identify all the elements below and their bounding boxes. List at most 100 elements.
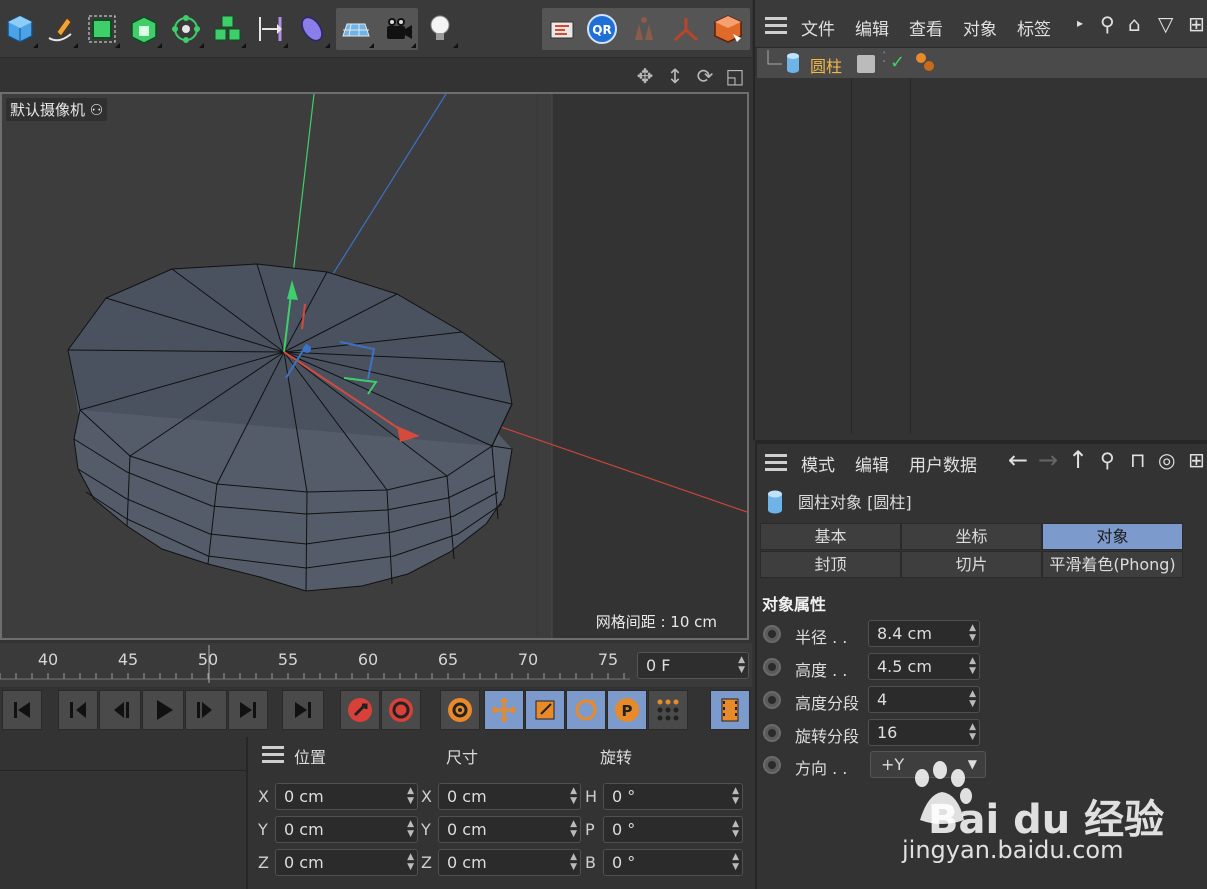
prev-key-button[interactable] bbox=[58, 690, 98, 730]
stepper-icon[interactable]: ▲ ▼ bbox=[570, 819, 577, 839]
qr-icon[interactable]: QR bbox=[582, 8, 622, 50]
rotate-view-icon[interactable]: ⟳ bbox=[692, 63, 718, 89]
floor-plane-icon[interactable] bbox=[336, 8, 376, 50]
new-view-icon[interactable]: ⊞ bbox=[1188, 448, 1205, 472]
up-arrow-icon[interactable]: ↑ bbox=[1068, 446, 1088, 474]
size-z-field[interactable]: 0 cm ▲ ▼ bbox=[438, 849, 581, 876]
light-bulb-icon[interactable] bbox=[420, 8, 460, 50]
next-key-button[interactable] bbox=[228, 690, 268, 730]
rotation-b-field[interactable]: 0 ° ▲ ▼ bbox=[603, 849, 743, 876]
tab-coordinates[interactable]: 坐标 bbox=[901, 523, 1042, 550]
am-menu-edit[interactable]: 编辑 bbox=[855, 451, 889, 476]
more-arrow-icon[interactable]: ▸ bbox=[1077, 16, 1083, 30]
symmetry-icon[interactable] bbox=[250, 8, 290, 50]
stepper-icon[interactable]: ▲ ▼ bbox=[407, 852, 414, 872]
maximize-view-icon[interactable]: ◱ bbox=[722, 63, 748, 89]
stepper-icon[interactable]: ▲ ▼ bbox=[732, 786, 739, 806]
deformer-icon[interactable] bbox=[292, 8, 332, 50]
cloner-icon[interactable] bbox=[166, 8, 206, 50]
coord-menu-icon[interactable] bbox=[262, 746, 284, 764]
stepper-icon[interactable]: ▲ ▼ bbox=[407, 819, 414, 839]
am-menu-mode[interactable]: 模式 bbox=[801, 451, 835, 476]
tab-slice[interactable]: 切片 bbox=[901, 551, 1042, 578]
stepper-icon[interactable]: ▲ ▼ bbox=[969, 689, 976, 709]
radius-field[interactable]: 8.4 cm ▲ ▼ bbox=[868, 620, 980, 647]
layer-icon[interactable] bbox=[857, 55, 875, 73]
position-y-field[interactable]: 0 cm ▲ ▼ bbox=[275, 816, 418, 843]
new-view-icon[interactable]: ⊞ bbox=[1188, 12, 1205, 36]
enabled-check-icon[interactable]: ✓ bbox=[890, 52, 905, 73]
pen-spline-icon[interactable] bbox=[40, 8, 80, 50]
stepper-icon[interactable]: ▲ ▼ bbox=[732, 852, 739, 872]
stepper-icon[interactable]: ▲ ▼ bbox=[570, 786, 577, 806]
go-to-start-button[interactable] bbox=[2, 690, 42, 730]
lock-icon[interactable]: ⊓ bbox=[1130, 448, 1146, 472]
rotation-p-field[interactable]: 0 ° ▲ ▼ bbox=[603, 816, 743, 843]
rotation-segments-field[interactable]: 16 ▲ ▼ bbox=[868, 719, 980, 746]
size-x-field[interactable]: 0 cm ▲ ▼ bbox=[438, 783, 581, 810]
visibility-dots-icon[interactable]: ⁚ bbox=[882, 50, 886, 66]
auto-key-button[interactable] bbox=[381, 690, 421, 730]
om-menu-object[interactable]: 对象 bbox=[963, 15, 997, 40]
target-icon[interactable]: ◎ bbox=[1158, 448, 1175, 472]
render-picture-icon[interactable] bbox=[708, 8, 748, 50]
subdivision-icon[interactable] bbox=[82, 8, 122, 50]
stepper-icon[interactable]: ▲ ▼ bbox=[407, 786, 414, 806]
prev-frame-button[interactable] bbox=[99, 690, 141, 730]
axis-icon[interactable] bbox=[666, 8, 706, 50]
current-frame-field[interactable]: 0 F ▲ ▼ bbox=[637, 652, 749, 679]
rotation-h-field[interactable]: 0 ° ▲ ▼ bbox=[603, 783, 743, 810]
point-level-key-button[interactable] bbox=[648, 690, 688, 730]
timeline-film-button[interactable] bbox=[710, 690, 750, 730]
3d-viewport[interactable]: 默认摄像机 ⚇ 网格间距 : 10 cm bbox=[0, 92, 749, 640]
stepper-icon[interactable]: ▲ ▼ bbox=[732, 819, 739, 839]
search-icon[interactable]: ⚲ bbox=[1100, 448, 1115, 472]
am-menu-userdata[interactable]: 用户数据 bbox=[909, 451, 977, 476]
height-field[interactable]: 4.5 cm ▲ ▼ bbox=[868, 653, 980, 680]
mograph-cubes-icon[interactable] bbox=[208, 8, 248, 50]
cube-primitive-icon[interactable] bbox=[0, 8, 40, 50]
parameter-key-button[interactable]: P bbox=[607, 690, 647, 730]
keyframe-selection-button[interactable] bbox=[440, 690, 480, 730]
extrude-icon[interactable] bbox=[124, 8, 164, 50]
animation-radio-icon[interactable] bbox=[763, 756, 781, 774]
next-frame-button[interactable] bbox=[185, 690, 227, 730]
om-menu-tags[interactable]: 标签 bbox=[1017, 15, 1051, 40]
animation-radio-icon[interactable] bbox=[763, 691, 781, 709]
camera-icon[interactable] bbox=[378, 8, 418, 50]
tab-caps[interactable]: 封顶 bbox=[760, 551, 901, 578]
snap-icon[interactable] bbox=[624, 8, 664, 50]
position-key-button[interactable] bbox=[484, 690, 524, 730]
stepper-icon[interactable]: ▲ ▼ bbox=[969, 623, 976, 643]
stepper-icon[interactable]: ▲ ▼ bbox=[969, 656, 976, 676]
tab-object[interactable]: 对象 bbox=[1042, 523, 1183, 550]
tab-phong[interactable]: 平滑着色(Phong) bbox=[1042, 551, 1183, 578]
am-menu-icon[interactable] bbox=[765, 454, 787, 472]
go-to-end-button[interactable] bbox=[282, 690, 324, 730]
home-icon[interactable]: ⌂ bbox=[1128, 12, 1141, 36]
search-icon[interactable]: ⚲ bbox=[1100, 12, 1115, 36]
om-menu-file[interactable]: 文件 bbox=[801, 15, 835, 40]
filter-icon[interactable]: ▽ bbox=[1158, 12, 1173, 36]
position-z-field[interactable]: 0 cm ▲ ▼ bbox=[275, 849, 418, 876]
animation-radio-icon[interactable] bbox=[763, 724, 781, 742]
tag-icon[interactable] bbox=[914, 50, 938, 76]
om-menu-icon[interactable] bbox=[765, 17, 787, 35]
object-name[interactable]: 圆柱 bbox=[810, 53, 842, 77]
cylinder-object[interactable] bbox=[67, 263, 513, 592]
stepper-icon[interactable]: ▲ ▼ bbox=[969, 722, 976, 742]
back-arrow-icon[interactable]: ← bbox=[1008, 446, 1028, 474]
dolly-view-icon[interactable]: ↕ bbox=[662, 63, 688, 89]
move-view-icon[interactable]: ✥ bbox=[632, 63, 658, 89]
scale-key-button[interactable] bbox=[525, 690, 565, 730]
animation-radio-icon[interactable] bbox=[763, 658, 781, 676]
play-button[interactable] bbox=[142, 690, 184, 730]
om-menu-view[interactable]: 查看 bbox=[909, 15, 943, 40]
animation-radio-icon[interactable] bbox=[763, 625, 781, 643]
rotation-key-button[interactable] bbox=[566, 690, 606, 730]
size-y-field[interactable]: 0 cm ▲ ▼ bbox=[438, 816, 581, 843]
height-segments-field[interactable]: 4 ▲ ▼ bbox=[868, 686, 980, 713]
stepper-icon[interactable]: ▲ ▼ bbox=[738, 655, 745, 675]
forward-arrow-icon[interactable]: → bbox=[1038, 446, 1058, 474]
tab-basic[interactable]: 基本 bbox=[760, 523, 901, 550]
